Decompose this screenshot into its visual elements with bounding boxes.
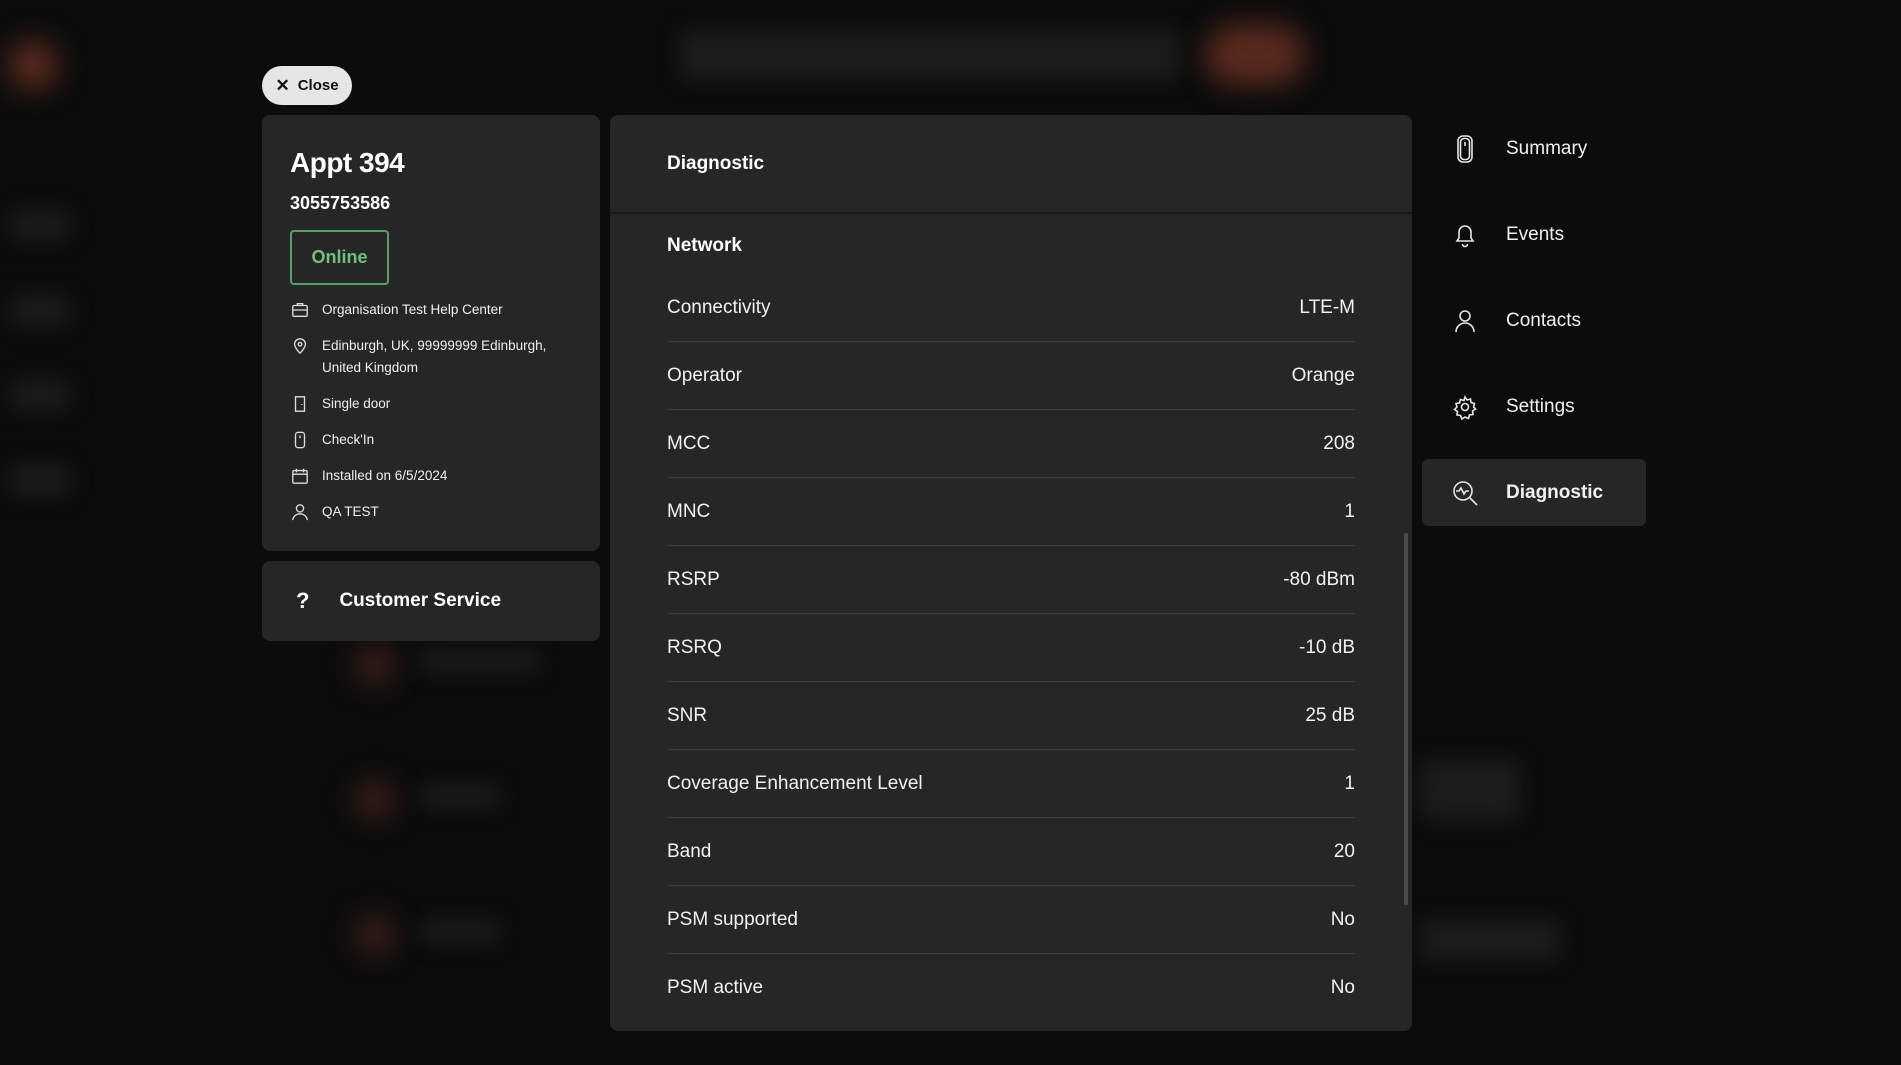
diagnostic-icon (1453, 480, 1478, 506)
device-serial: 3055753586 (290, 193, 391, 213)
gear-icon (1453, 394, 1477, 420)
bell-icon (1455, 224, 1475, 247)
device-icon (1457, 134, 1473, 163)
user-row: QA TEST (290, 501, 572, 523)
calendar-icon (290, 465, 310, 487)
row-value: Orange (1291, 364, 1355, 386)
nav-label: Summary (1506, 137, 1588, 159)
row-value: No (1330, 908, 1355, 930)
diagnostic-panel: Diagnostic Network Connectivity LTE-M Ope… (610, 115, 1412, 1031)
row-value: No (1330, 977, 1355, 998)
row-label: Coverage Enhancement Level (667, 772, 923, 794)
customer-service-label: Customer Service (339, 590, 502, 611)
diagnostic-row-mcc: MCC 208 (667, 410, 1355, 478)
address-text: Edinburgh, UK, 99999999 Edinburgh, Unite… (322, 338, 547, 375)
diagnostic-row-operator: Operator Orange (667, 342, 1355, 410)
row-value: LTE-M (1299, 296, 1355, 318)
row-label: RSRP (667, 568, 720, 590)
person-icon (1455, 309, 1475, 332)
row-label: Operator (667, 364, 742, 386)
diagnostic-row-psm-supported: PSM supported No (667, 886, 1355, 954)
location-pin-icon (290, 335, 310, 357)
person-icon (290, 501, 310, 523)
nav-label: Events (1506, 223, 1565, 245)
nav-item-events[interactable]: Events (1422, 201, 1646, 268)
row-label: SNR (667, 704, 708, 726)
diagnostic-row-psm-active: PSM active No (667, 954, 1355, 1022)
nav-label: Contacts (1506, 309, 1581, 331)
question-icon: ? (296, 588, 310, 613)
diagnostic-header: Diagnostic (610, 115, 1412, 214)
address-row: Edinburgh, UK, 99999999 Edinburgh, Unite… (290, 335, 572, 379)
row-value: 1 (1344, 500, 1355, 522)
diagnostic-row-rsrq: RSRQ -10 dB (667, 614, 1355, 682)
side-nav: Summary Events Contacts Settings Diagnos… (1422, 115, 1646, 545)
close-button[interactable]: ✕ Close (262, 66, 352, 105)
organisation-row: Organisation Test Help Center (290, 299, 572, 321)
close-icon: ✕ (275, 76, 290, 95)
device-name: Appt 394 (290, 147, 405, 178)
installed-text: Installed on 6/5/2024 (322, 468, 448, 483)
network-section-title: Network (667, 235, 742, 256)
row-label: Connectivity (667, 296, 771, 318)
diagnostic-row-rsrp: RSRP -80 dBm (667, 546, 1355, 614)
model-row: Check'In (290, 429, 572, 451)
nav-item-diagnostic[interactable]: Diagnostic (1422, 459, 1646, 526)
door-type-row: Single door (290, 393, 572, 415)
briefcase-icon (290, 299, 310, 321)
status-badge: Online (290, 230, 389, 285)
customer-service-button[interactable]: ? Customer Service (262, 561, 600, 641)
nav-label: Settings (1506, 395, 1575, 417)
user-text: QA TEST (322, 504, 379, 519)
close-label: Close (297, 77, 339, 94)
scrollbar[interactable] (1404, 533, 1408, 905)
nav-item-settings[interactable]: Settings (1422, 373, 1646, 440)
organisation-text: Organisation Test Help Center (322, 302, 503, 317)
row-value: -80 dBm (1283, 568, 1355, 590)
diagnostic-row-coverage: Coverage Enhancement Level 1 (667, 750, 1355, 818)
row-value: 20 (1333, 840, 1355, 862)
row-label: Band (667, 840, 712, 862)
row-label: MCC (667, 432, 711, 454)
diagnostic-list: Connectivity LTE-M Operator Orange MCC 208 … (610, 274, 1412, 1022)
row-value: 25 dB (1305, 704, 1355, 726)
row-label: PSM active (667, 977, 764, 998)
diagnostic-row-connectivity: Connectivity LTE-M (667, 274, 1355, 342)
nav-item-contacts[interactable]: Contacts (1422, 287, 1646, 354)
row-label: PSM supported (667, 908, 798, 930)
row-value: 208 (1323, 432, 1355, 454)
device-info-card: Appt 394 3055753586 Online Organisation … (262, 115, 600, 551)
row-value: 1 (1344, 772, 1355, 794)
door-type-text: Single door (322, 396, 391, 411)
model-text: Check'In (322, 432, 375, 447)
nav-item-summary[interactable]: Summary (1422, 115, 1646, 182)
installed-row: Installed on 6/5/2024 (290, 465, 572, 487)
device-icon (290, 429, 310, 451)
row-label: RSRQ (667, 636, 722, 658)
diagnostic-row-mnc: MNC 1 (667, 478, 1355, 546)
door-icon (290, 393, 310, 415)
nav-label: Diagnostic (1506, 481, 1604, 503)
row-value: -10 dB (1299, 636, 1355, 658)
diagnostic-row-snr: SNR 25 dB (667, 682, 1355, 750)
diagnostic-row-band: Band 20 (667, 818, 1355, 886)
diagnostic-title: Diagnostic (667, 152, 765, 174)
row-label: MNC (667, 500, 711, 522)
